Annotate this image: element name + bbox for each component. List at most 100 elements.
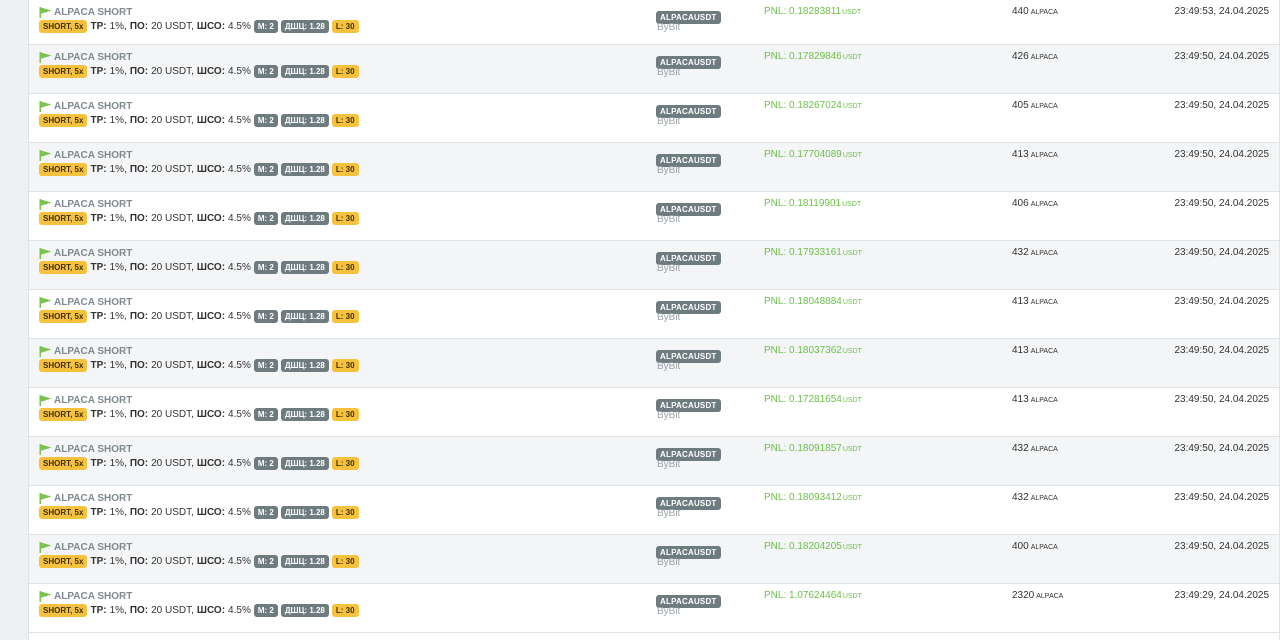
quantity: 405 ALPACA [1012, 100, 1058, 111]
quantity-unit: ALPACA [1030, 250, 1058, 257]
pnl-unit: USDT [842, 397, 862, 404]
flag-icon [39, 150, 52, 161]
pnl-value: PNL: 0.18204205USDT [764, 541, 862, 552]
table-row[interactable]: ALPACA SHORT SHORT, 5x TP: 1%, ПО: 20 US… [29, 143, 1279, 192]
l-badge: L: 30 [331, 261, 359, 274]
flag-icon [39, 199, 52, 210]
pnl-unit: USDT [842, 348, 862, 355]
exchange-label: ByBit [657, 508, 681, 519]
l-badge: L: 30 [331, 359, 359, 372]
trade-title[interactable]: ALPACA SHORT [39, 101, 132, 112]
po-value: 20 USDT, [151, 262, 194, 273]
timestamp: 23:49:50, 24.04.2025 [1174, 394, 1269, 405]
table-row[interactable]: ALPACA SHORT SHORT, 5x TP: 1%, ПО: 20 US… [29, 388, 1279, 437]
table-row[interactable]: ALPACA SHORT SHORT, 5x TP: 1%, ПО: 20 US… [29, 437, 1279, 486]
trade-title-label: ALPACA SHORT [54, 248, 133, 259]
trade-params: SHORT, 5x TP: 1%, ПО: 20 USDT, ШСО: 4.5%… [39, 65, 362, 78]
table-row[interactable]: ALPACA SHORT SHORT, 5x TP: 1%, ПО: 20 US… [29, 192, 1279, 241]
quantity-value: 432 [1012, 492, 1029, 503]
sho-label: ШСО: [196, 66, 226, 77]
tp-label: TP: [90, 115, 107, 126]
trade-params: SHORT, 5x TP: 1%, ПО: 20 USDT, ШСО: 4.5%… [39, 604, 362, 617]
quantity-unit: ALPACA [1030, 299, 1058, 306]
pnl-amount: 1.07624464 [789, 590, 842, 601]
trade-title[interactable]: ALPACA SHORT [39, 346, 132, 357]
l-badge: L: 30 [331, 114, 359, 127]
trade-title[interactable]: ALPACA SHORT [39, 248, 132, 259]
trade-title[interactable]: ALPACA SHORT [39, 199, 132, 210]
quantity-unit: ALPACA [1030, 544, 1058, 551]
exchange-label: ByBit [657, 312, 681, 323]
table-row[interactable]: ALPACA SHORT SHORT, 5x TP: 1%, ПО: 20 US… [29, 584, 1279, 633]
quantity-value: 2320 [1012, 590, 1035, 601]
tp-label: TP: [90, 556, 107, 567]
po-value: 20 USDT, [151, 360, 194, 371]
po-label: ПО: [129, 360, 149, 371]
trade-title[interactable]: ALPACA SHORT [39, 7, 132, 18]
pnl-amount: 0.18119901 [789, 198, 842, 209]
table-row[interactable]: ALPACA SHORT SHORT, 5x TP: 1%, ПО: 20 US… [29, 486, 1279, 535]
trade-title[interactable]: ALPACA SHORT [39, 297, 132, 308]
pnl-unit: USDT [842, 201, 862, 208]
pnl-label: PNL: [764, 345, 787, 356]
trade-title-label: ALPACA SHORT [54, 297, 133, 308]
table-row[interactable]: ALPACA SHORT SHORT, 5x TP: 1%, ПО: 20 US… [29, 0, 1279, 45]
timestamp: 23:49:50, 24.04.2025 [1174, 541, 1269, 552]
quantity-value: 413 [1012, 296, 1029, 307]
exchange-label: ByBit [657, 165, 681, 176]
flag-icon [39, 346, 52, 357]
pnl-amount: 0.18283811 [789, 6, 842, 17]
po-value: 20 USDT, [151, 556, 194, 567]
flag-icon [39, 52, 52, 63]
tp-label: TP: [90, 311, 107, 322]
m-badge: M: 2 [253, 114, 278, 127]
pnl-value: PNL: 0.18037362USDT [764, 345, 862, 356]
dshch-badge: ДШЦ: 1.28 [280, 408, 329, 421]
table-row[interactable]: ALPACA SHORT SHORT, 5x TP: 1%, ПО: 20 US… [29, 339, 1279, 388]
quantity: 406 ALPACA [1012, 198, 1058, 209]
trade-title[interactable]: ALPACA SHORT [39, 542, 132, 553]
m-badge: M: 2 [253, 457, 278, 470]
quantity-unit: ALPACA [1036, 593, 1064, 600]
trade-title[interactable]: ALPACA SHORT [39, 591, 132, 602]
quantity-unit: ALPACA [1030, 397, 1058, 404]
flag-icon [39, 542, 52, 553]
l-badge: L: 30 [331, 506, 359, 519]
side-badge: SHORT, 5x [39, 555, 88, 568]
quantity-value: 413 [1012, 394, 1029, 405]
po-label: ПО: [129, 311, 149, 322]
table-row[interactable]: ALPACA SHORT SHORT, 5x TP: 1%, ПО: 20 US… [29, 535, 1279, 584]
quantity-value: 432 [1012, 247, 1029, 258]
m-badge: M: 2 [253, 310, 278, 323]
trade-title[interactable]: ALPACA SHORT [39, 444, 132, 455]
table-row[interactable]: ALPACA SHORT SHORT, 5x TP: 1%, ПО: 20 US… [29, 241, 1279, 290]
m-badge: M: 2 [253, 408, 278, 421]
po-value: 20 USDT, [151, 409, 194, 420]
trade-title[interactable]: ALPACA SHORT [39, 395, 132, 406]
pnl-unit: USDT [842, 495, 862, 502]
timestamp: 23:49:50, 24.04.2025 [1174, 100, 1269, 111]
pnl-label: PNL: [764, 443, 787, 454]
trade-title[interactable]: ALPACA SHORT [39, 52, 132, 63]
trade-title[interactable]: ALPACA SHORT [39, 150, 132, 161]
pnl-label: PNL: [764, 6, 787, 17]
side-badge: SHORT, 5x [39, 261, 88, 274]
trade-title-label: ALPACA SHORT [54, 591, 133, 602]
table-row[interactable]: ALPACA SHORT SHORT, 5x TP: 1%, ПО: 20 US… [29, 290, 1279, 339]
sho-label: ШСО: [196, 605, 226, 616]
sho-label: ШСО: [196, 213, 226, 224]
tp-label: TP: [90, 66, 107, 77]
sho-value: 4.5% [228, 409, 251, 420]
pnl-unit: USDT [842, 250, 862, 257]
table-row[interactable]: ALPACA SHORT SHORT, 5x TP: 1%, ПО: 20 US… [29, 94, 1279, 143]
timestamp: 23:49:50, 24.04.2025 [1174, 247, 1269, 258]
pnl-amount: 0.18204205 [789, 541, 842, 552]
table-row[interactable]: ALPACA SHORT SHORT, 5x TP: 1%, ПО: 20 US… [29, 45, 1279, 94]
po-value: 20 USDT, [151, 21, 194, 32]
l-badge: L: 30 [331, 20, 359, 33]
trade-title[interactable]: ALPACA SHORT [39, 493, 132, 504]
timestamp: 23:49:50, 24.04.2025 [1174, 296, 1269, 307]
trade-list: ALPACA SHORT SHORT, 5x TP: 1%, ПО: 20 US… [28, 0, 1280, 640]
sho-label: ШСО: [196, 115, 226, 126]
dshch-badge: ДШЦ: 1.28 [280, 310, 329, 323]
